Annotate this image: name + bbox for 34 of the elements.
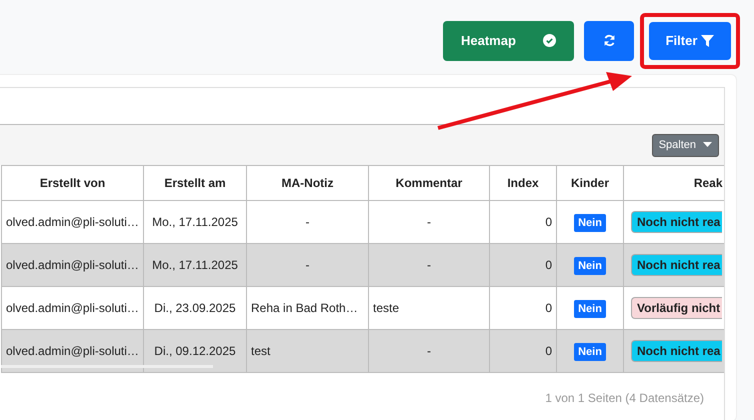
column-header[interactable]: Erstellt am	[144, 166, 246, 200]
column-header[interactable]: Kinder	[556, 166, 624, 200]
pagination-text: 1 von 1 Seiten (4 Datensätze)	[545, 391, 704, 405]
table-cell: 0	[490, 330, 556, 372]
filter-button[interactable]: Filter	[649, 22, 731, 60]
refresh-button[interactable]	[584, 20, 634, 60]
status-badge: Noch nicht rea	[631, 211, 722, 233]
status-badge: Nein	[574, 214, 606, 232]
columns-dropdown[interactable]: Spalten	[652, 134, 719, 156]
table-cell: -	[368, 330, 490, 372]
column-header[interactable]: Reak	[624, 166, 724, 200]
table-cell: Di., 09.12.2025	[144, 330, 246, 372]
table-cell: test	[246, 330, 368, 372]
status-badge: Noch nicht rea	[631, 254, 722, 276]
column-header[interactable]: Kommentar	[368, 166, 490, 200]
check-circle-icon	[543, 34, 556, 47]
heatmap-button[interactable]: Heatmap	[443, 20, 574, 60]
status-badge: Nein	[574, 257, 606, 275]
column-header[interactable]: Index	[490, 166, 556, 200]
status-badge: Nein	[574, 343, 606, 361]
status-badge: Vorläufig nicht	[631, 297, 722, 319]
status-badge: Nein	[574, 300, 606, 318]
caret-icon	[703, 142, 712, 148]
table-cell: olved.admin@pli-soluti…	[2, 330, 144, 372]
table-cell: -	[368, 244, 490, 286]
column-header[interactable]: MA-Notiz	[246, 166, 368, 200]
refresh-icon	[602, 34, 616, 47]
status-badge: Noch nicht rea	[631, 340, 722, 362]
funnel-icon	[701, 34, 714, 46]
table-cell: Mo., 17.11.2025	[144, 244, 246, 286]
column-header[interactable]: Erstellt von	[2, 166, 144, 200]
table-cell: 0	[490, 244, 556, 286]
table-cell: olved.admin@pli-soluti…	[2, 244, 144, 286]
table-cell: -	[246, 244, 368, 286]
